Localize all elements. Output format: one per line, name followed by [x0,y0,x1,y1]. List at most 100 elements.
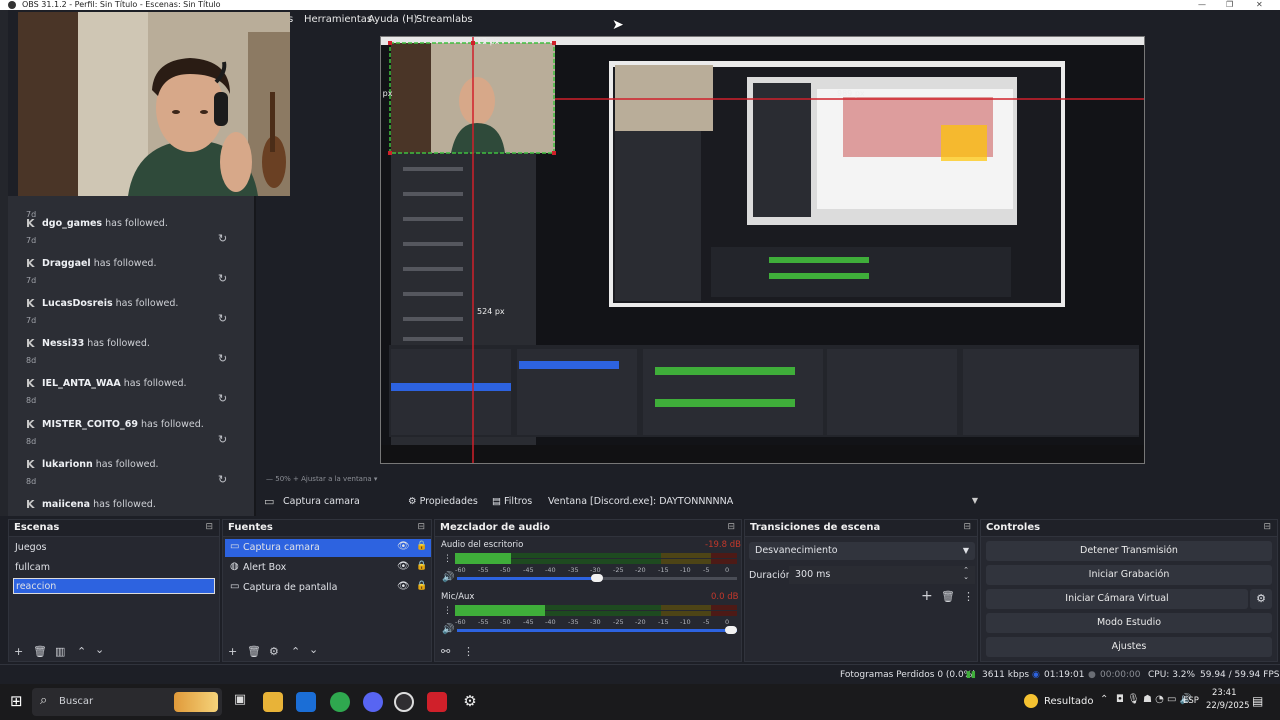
kick-icon: K [26,217,35,230]
kebab-icon[interactable]: ⋮ [443,606,452,616]
task-view-icon[interactable]: ▣ [230,692,250,712]
add-icon[interactable]: + [228,645,237,658]
add-icon[interactable]: + [14,645,23,658]
meter-tick: -60 [455,566,466,574]
kebab-icon[interactable]: ⋮ [963,590,974,603]
speaker-icon[interactable]: 🔊 [442,572,454,583]
lock-icon[interactable]: 🔒 [416,541,427,551]
meter-tick: 0 [725,566,730,574]
replay-icon[interactable]: ↻ [218,312,227,325]
menu-item-herramientas[interactable]: Herramientas [304,14,372,25]
meter-tick: -25 [613,618,624,626]
transitions-title: Transiciones de escena [750,522,881,533]
settings-button[interactable]: Ajustes [986,637,1272,657]
kebab-icon[interactable]: ⋮ [443,554,452,564]
tray-chevron-up-icon[interactable]: ⌃ [1100,694,1108,705]
eye-icon[interactable]: 👁 [397,561,410,572]
trash-icon[interactable]: 🗑 [247,645,261,658]
dock-menu-icon[interactable]: ⊟ [727,522,735,532]
lock-icon[interactable]: 🔒 [416,581,427,591]
eye-icon[interactable]: 👁 [397,581,410,592]
start-virtual-camera-button[interactable]: Iniciar Cámara Virtual [986,589,1248,609]
streamlabs-icon[interactable] [427,692,447,712]
link-icon[interactable]: ⚯ [441,645,450,658]
kebab-icon[interactable]: ⋮ [463,645,474,658]
status-bar: Fotogramas Perdidos 0 (0.0%) ▮▮ 3611 kbp… [0,664,1280,684]
lock-icon[interactable]: 🔒 [416,561,427,571]
scene-item-fullcam[interactable]: fullcam [15,562,50,573]
live-icon: ◉ [1032,670,1040,680]
dock-menu-icon[interactable]: ⊟ [417,522,425,532]
source-item-label: Captura de pantalla [243,582,338,593]
replay-icon[interactable]: ↻ [218,232,227,245]
measure-top-label: 12 px [477,37,500,46]
chevron-down-icon[interactable]: ⌄ [963,573,969,581]
minimize-button[interactable]: — [1198,0,1206,10]
trash-icon[interactable]: 🗑 [941,590,955,603]
filters-button[interactable]: ▤ Filtros [492,496,532,507]
volume-slider[interactable] [457,626,737,634]
menu-item-streamlabs[interactable]: Streamlabs [416,14,473,25]
stop-stream-button[interactable]: Detener Transmisión [986,541,1272,561]
replay-icon[interactable]: ↻ [218,473,227,486]
filter-icon: ▤ [492,496,501,507]
source-item-screen[interactable]: ▭ Captura de pantalla 👁 🔒 [225,579,431,597]
measure-right-label: 989 px [837,89,865,98]
speaker-icon[interactable]: 🔊 [442,624,454,635]
controls-title: Controles [986,522,1041,533]
chevron-up-icon[interactable]: ⌃ [291,645,300,658]
filter-icon[interactable]: ▥ [55,645,65,658]
input-language[interactable]: ESP [1183,696,1199,706]
weather-label[interactable]: Resultado [1044,696,1094,707]
chevron-down-icon[interactable]: ⌄ [95,643,104,656]
source-item-camera[interactable]: ▭ Captura camara 👁 🔒 [225,539,431,557]
source-item-label: Captura camara [243,542,320,553]
start-recording-button[interactable]: Iniciar Grabación [986,565,1272,585]
dock-menu-icon[interactable]: ⊟ [1263,522,1271,532]
replay-icon[interactable]: ↻ [218,272,227,285]
scene-item-juegos[interactable]: Juegos [15,542,46,553]
scene-item-reaccion[interactable]: reaccion [13,578,215,594]
chevron-down-icon[interactable]: ⌄ [309,643,318,656]
source-item-alertbox[interactable]: ◍ Alert Box 👁 🔒 [225,559,431,577]
replay-icon[interactable]: ↻ [218,433,227,446]
windows-start-icon[interactable]: ⊞ [10,692,23,710]
eye-icon[interactable]: 👁 [397,541,410,552]
dock-menu-icon[interactable]: ⊟ [963,522,971,532]
gear-icon[interactable]: ⚙ [269,645,279,658]
obs-app-icon [8,1,16,9]
selected-source-name: Captura camara [283,496,360,507]
tray-app-icons[interactable]: ◘ 🎙 ☗ ◔ ▭ 🔊 [1116,694,1192,705]
maximize-button[interactable]: ❐ [1226,0,1233,10]
transition-select[interactable]: Desvanecimiento ▼ [749,542,975,560]
properties-label: Propiedades [419,496,478,507]
replay-icon[interactable]: ↻ [218,352,227,365]
virtual-camera-settings-button[interactable]: ⚙ [1250,589,1272,609]
outlook-icon[interactable] [296,692,316,712]
settings-gear-icon[interactable]: ⚙ [460,692,480,712]
file-explorer-icon[interactable] [263,692,283,712]
close-button[interactable]: ✕ [1256,0,1263,10]
trash-icon[interactable]: 🗑 [33,645,47,658]
cpu-usage: CPU: 3.2% [1148,670,1196,680]
window-select[interactable]: [Discord.exe]: DAYTONNNNNA ▼ [588,493,982,511]
fit-window[interactable]: Ajustar a la ventana [301,475,372,483]
dock-menu-icon[interactable]: ⊟ [205,522,213,532]
discord-icon[interactable] [363,692,383,712]
notifications-icon[interactable]: ▤ [1252,694,1263,708]
properties-button[interactable]: ⚙ Propiedades [408,496,478,507]
replay-icon[interactable]: ↻ [218,392,227,405]
studio-mode-button[interactable]: Modo Estudio [986,613,1272,633]
preview-canvas[interactable]: 12 px 1 px 989 px 524 px [380,36,1145,464]
volume-slider[interactable] [457,574,737,582]
feed-item: K dgo_games has followed. 7d ↻ [8,212,248,252]
taskbar-search[interactable]: ⌕ Buscar [32,688,222,716]
menu-item-ayuda[interactable]: Ayuda (H) [368,14,417,25]
title-bar: OBS 31.1.2 - Perfil: Sin Título - Escena… [0,0,1280,10]
add-icon[interactable]: + [921,588,933,604]
zoom-controls[interactable]: — 50% + Ajustar a la ventana ▾ [266,475,377,483]
obs-icon[interactable] [394,692,414,712]
chrome-icon[interactable] [330,692,350,712]
chevron-up-icon[interactable]: ⌃ [77,645,86,658]
duration-input[interactable]: 300 ms ⌃ ⌄ [789,566,975,584]
